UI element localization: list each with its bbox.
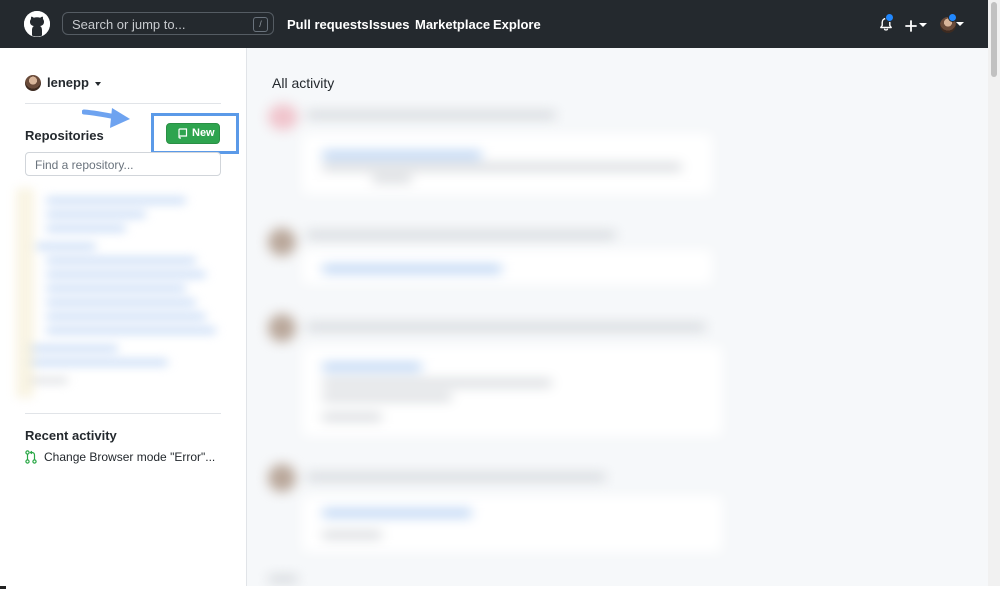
context-switcher[interactable]: lenepp [47, 74, 101, 91]
plus-icon[interactable] [905, 19, 917, 32]
nav-marketplace[interactable]: Marketplace [415, 17, 490, 33]
github-logo-icon[interactable] [24, 11, 50, 37]
new-repository-button[interactable]: New [166, 123, 220, 144]
avatar-caret-icon[interactable] [956, 22, 964, 26]
user-avatar[interactable] [25, 75, 41, 91]
nav-issues[interactable]: Issues [369, 17, 409, 33]
recent-activity-label: Change Browser mode "Error"... [44, 450, 216, 464]
new-button-label: New [192, 127, 215, 139]
nav-explore[interactable]: Explore [493, 17, 541, 33]
scrollbar[interactable] [988, 0, 1000, 605]
username-label: lenepp [47, 75, 89, 90]
top-header: / Pull requests Issues Marketplace Explo… [0, 0, 988, 48]
pull-request-icon [25, 450, 37, 464]
avatar[interactable] [940, 13, 957, 33]
recent-activity-heading: Recent activity [25, 428, 117, 443]
repo-icon [178, 128, 188, 139]
notification-dot [885, 13, 894, 22]
activity-feed-blurred [262, 96, 732, 606]
nav-pull-requests[interactable]: Pull requests [287, 17, 369, 33]
plus-caret-icon[interactable] [919, 23, 927, 27]
sidebar-divider-2 [25, 413, 221, 414]
search-box[interactable]: / [62, 12, 274, 35]
page-title: All activity [272, 75, 335, 91]
search-shortcut-key: / [253, 17, 268, 32]
repository-list-blurred [16, 188, 216, 398]
bottom-edge [0, 586, 1000, 605]
bell-icon[interactable] [879, 13, 894, 32]
search-input[interactable] [72, 16, 242, 32]
find-repository-input[interactable] [35, 157, 205, 172]
chevron-down-icon [94, 81, 101, 86]
pointer-arrow-icon [82, 108, 130, 128]
scrollbar-thumb[interactable] [991, 2, 997, 77]
avatar-status-dot [948, 13, 957, 22]
find-repository-field[interactable] [25, 152, 221, 176]
window-corner [0, 586, 6, 589]
